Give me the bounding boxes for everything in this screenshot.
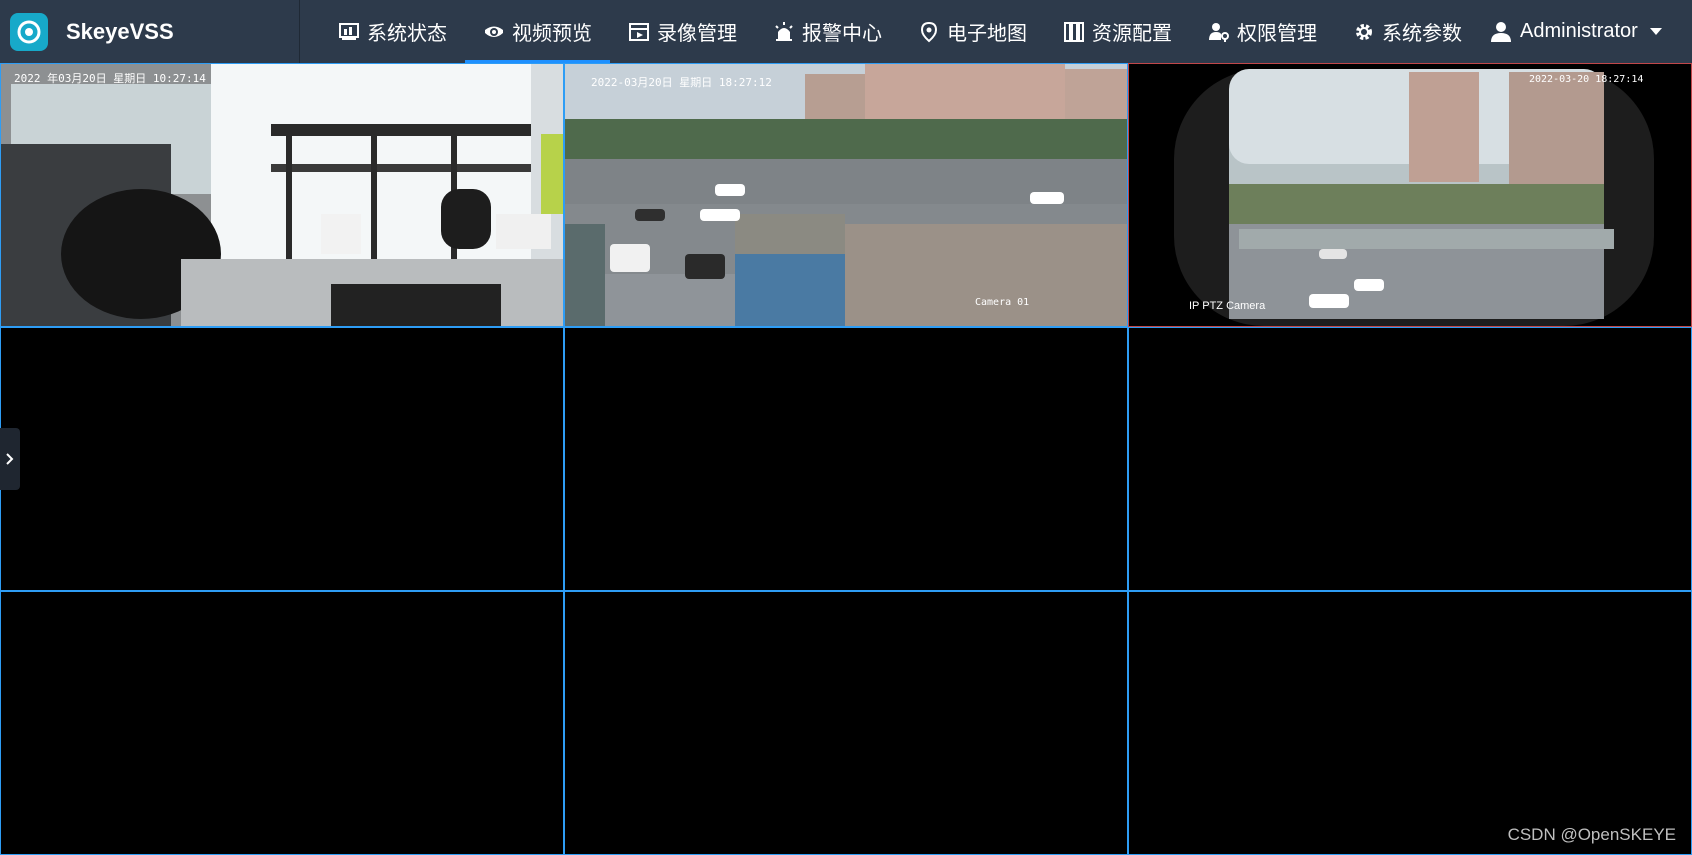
camera-osd-timestamp: 2022 年03月20日 星期日 10:27:14: [14, 72, 206, 85]
video-cell-6[interactable]: [1128, 327, 1692, 591]
nav-item-permission-management[interactable]: 权限管理: [1190, 0, 1335, 63]
camera-caption: Camera 01: [975, 297, 1030, 308]
sidebar-toggle-button[interactable]: [0, 428, 20, 490]
video-cell-7[interactable]: [0, 591, 564, 855]
user-key-icon: [1209, 22, 1229, 42]
map-pin-icon: [920, 21, 938, 42]
camera-osd-timestamp: 2022-03月20日 星期日 18:27:12: [591, 76, 772, 89]
nav-label: 权限管理: [1237, 21, 1317, 45]
video-cell-2[interactable]: 2022-03月20日 星期日 18:27:12 Camera 01: [564, 63, 1128, 327]
nav-item-alarm-center[interactable]: 报警中心: [755, 0, 900, 63]
nav-item-system-status[interactable]: 系统状态: [320, 0, 465, 63]
camera-caption: IP PTZ Camera: [1189, 300, 1266, 312]
video-cell-4[interactable]: [0, 327, 564, 591]
nav-item-system-parameters[interactable]: 系统参数: [1335, 0, 1480, 63]
user-menu[interactable]: Administrator: [1490, 20, 1662, 43]
video-feed: [1129, 64, 1691, 326]
video-cell-5[interactable]: [564, 327, 1128, 591]
chevron-right-icon: [6, 453, 14, 465]
video-cell-9[interactable]: [1128, 591, 1692, 855]
top-navigation-bar: SkeyeVSS 系统状态 视频预览 录像管理 报警中心 电子地图 资源配置 权…: [0, 0, 1692, 63]
nav-item-resource-config[interactable]: 资源配置: [1045, 0, 1190, 63]
app-name: SkeyeVSS: [66, 18, 174, 44]
video-grid: 2022 年03月20日 星期日 10:27:14 2022-03月20日 星期…: [0, 63, 1692, 855]
chevron-down-icon: [1649, 28, 1662, 35]
nav-label: 电子地图: [947, 21, 1027, 45]
user-icon: [1491, 21, 1511, 42]
nav-label: 系统参数: [1382, 21, 1462, 45]
nav-item-electronic-map[interactable]: 电子地图: [900, 0, 1045, 63]
nav-label: 资源配置: [1092, 21, 1172, 45]
alarm-icon: [775, 21, 793, 41]
nav-label: 报警中心: [802, 21, 882, 45]
film-icon: [629, 22, 649, 41]
video-cell-1[interactable]: 2022 年03月20日 星期日 10:27:14: [0, 63, 564, 327]
video-cell-8[interactable]: [564, 591, 1128, 855]
app-logo-icon: [10, 12, 48, 51]
camera-osd-timestamp: 2022-03-20 18:27:14: [1529, 74, 1644, 85]
video-feed: [1, 64, 563, 326]
video-feed: [565, 64, 1127, 326]
brand[interactable]: SkeyeVSS: [0, 0, 300, 63]
user-name: Administrator: [1520, 20, 1638, 42]
gear-icon: [1356, 23, 1372, 40]
video-cell-3[interactable]: 2022-03-20 18:27:14 IP PTZ Camera: [1128, 63, 1692, 327]
server-icon: [1064, 21, 1084, 42]
nav-label: 录像管理: [657, 21, 737, 45]
nav-label: 视频预览: [512, 21, 592, 45]
main-nav: 系统状态 视频预览 录像管理 报警中心 电子地图 资源配置 权限管理 系统参数: [320, 0, 1480, 63]
nav-item-video-preview[interactable]: 视频预览: [465, 0, 610, 63]
watermark: CSDN @OpenSKEYE: [1507, 825, 1676, 844]
nav-label: 系统状态: [367, 21, 447, 45]
camera-icon: [485, 26, 503, 37]
nav-item-recording-management[interactable]: 录像管理: [610, 0, 755, 63]
chart-icon: [339, 22, 359, 40]
